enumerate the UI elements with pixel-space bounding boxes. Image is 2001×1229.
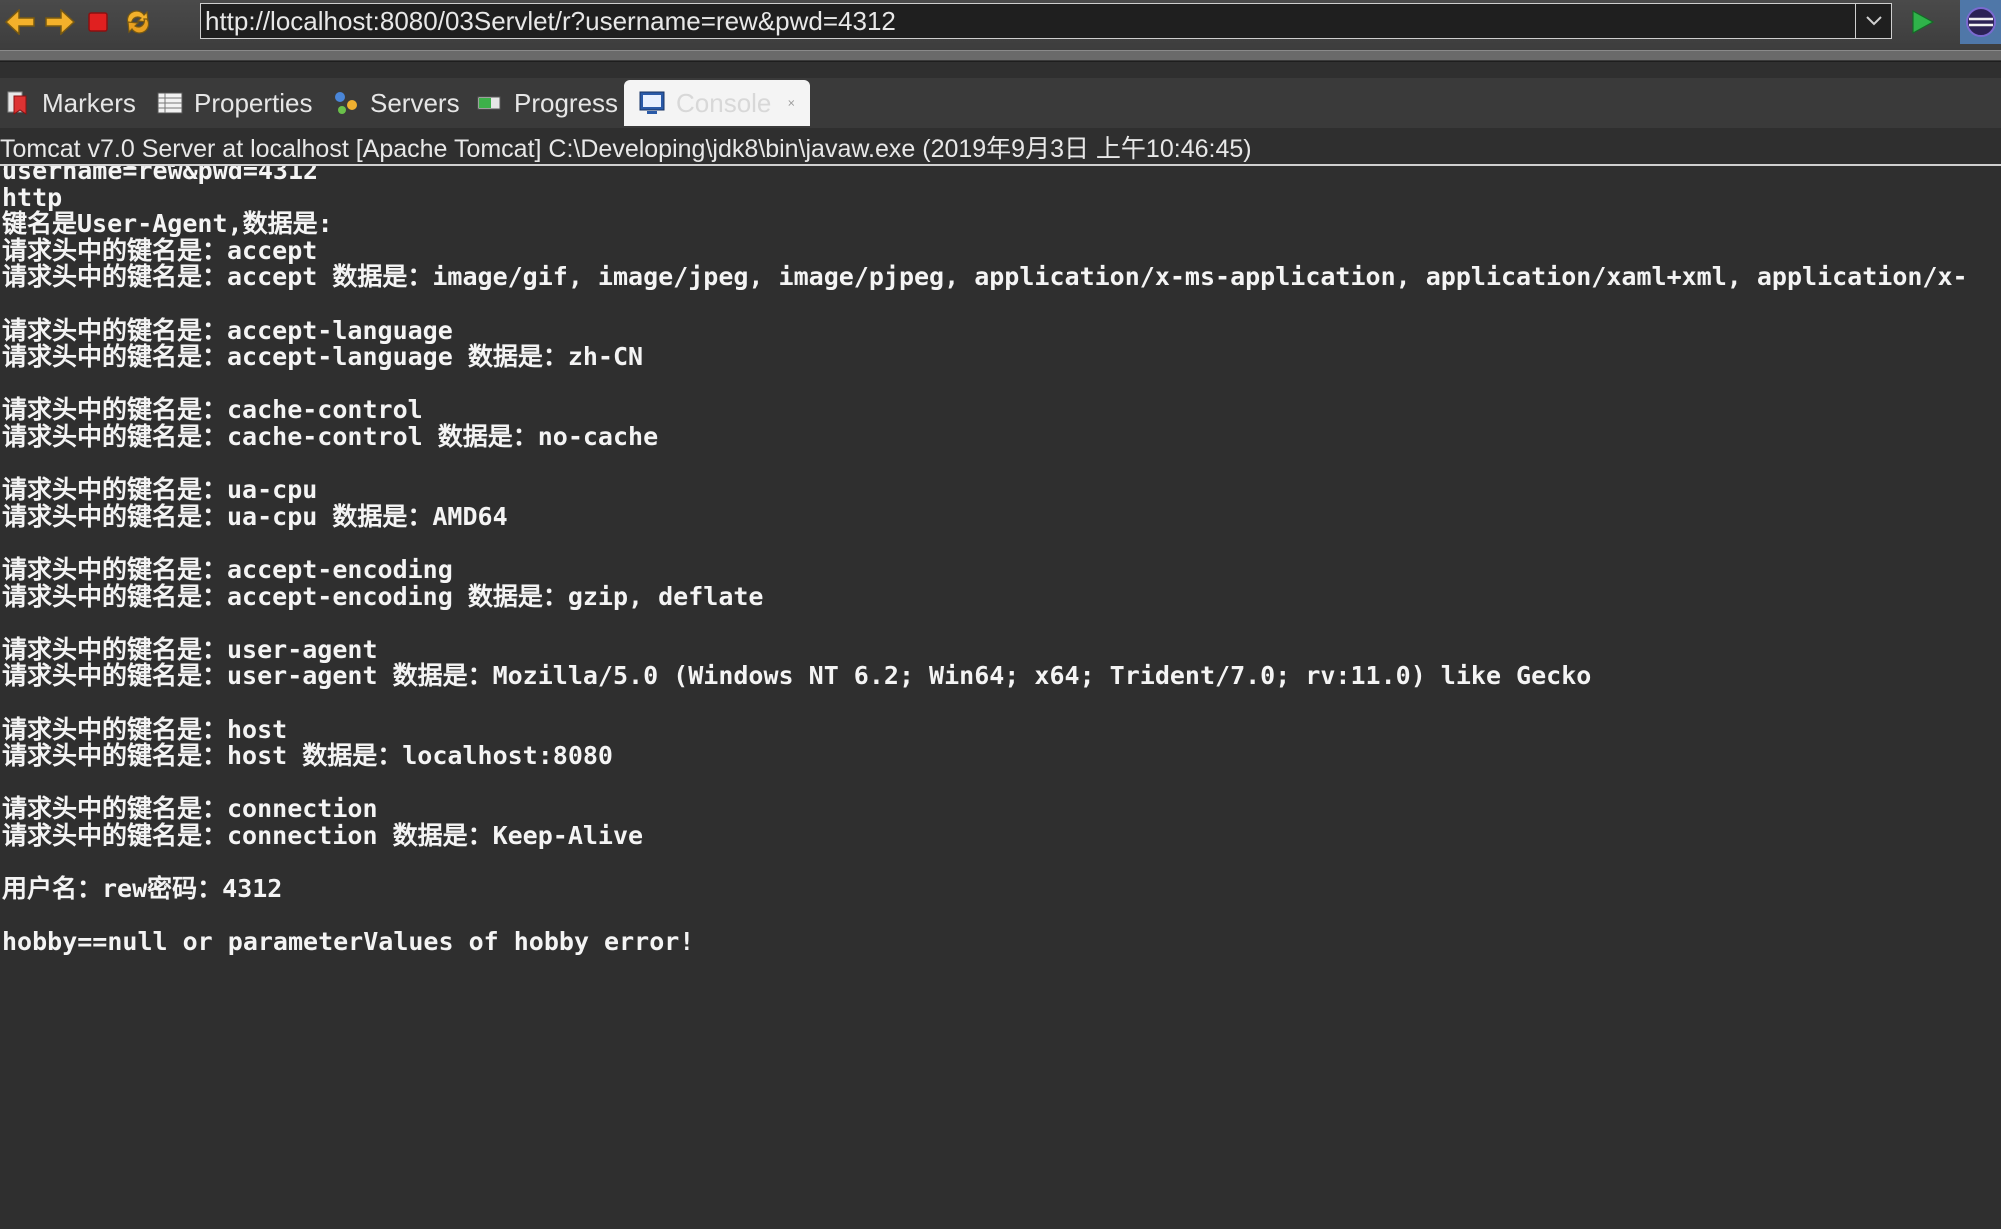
url-input[interactable]	[203, 6, 1853, 36]
view-tab-bar: Markers Properties Servers Progress Cons…	[0, 78, 2001, 196]
console-line: 请求头中的键名是：ua-cpu 数据是：AMD64	[2, 501, 508, 531]
console-line: hobby==null or parameterValues of hobby …	[2, 927, 695, 957]
tab-label: Properties	[194, 87, 313, 118]
console-process-label: Tomcat v7.0 Server at localhost [Apache …	[0, 132, 2001, 166]
console-line: 请求头中的键名是：connection 数据是：Keep-Alive	[2, 821, 644, 850]
back-button[interactable]	[2, 4, 38, 40]
console-line: 请求头中的键名是：user-agent 数据是：Mozilla/5.0 (Win…	[2, 661, 1592, 691]
forward-button[interactable]	[42, 4, 78, 40]
tab-label: Servers	[370, 87, 460, 118]
browser-toolbar	[0, 0, 2001, 62]
close-icon[interactable]	[787, 91, 796, 115]
stop-icon	[88, 12, 108, 32]
stop-button[interactable]	[80, 4, 116, 40]
tab-servers[interactable]: Servers	[332, 80, 460, 126]
tab-label: Markers	[42, 87, 136, 118]
console-line: 用户名：rew密码：4312	[2, 874, 283, 904]
perspective-button[interactable]	[1960, 0, 2001, 44]
tab-properties[interactable]: Properties	[156, 80, 313, 126]
page-load-progress	[0, 50, 2001, 60]
url-bar	[200, 3, 1856, 39]
chevron-down-icon	[1865, 16, 1882, 26]
console-line: 请求头中的键名是：accept 数据是：image/gif, image/jpe…	[2, 262, 1968, 292]
markers-icon	[7, 91, 27, 115]
properties-icon	[157, 92, 183, 114]
console-output[interactable]: /03Servlet/r username=rew&pwd=4312http键名…	[0, 166, 2001, 1229]
console-line: 请求头中的键名是：accept-language 数据是：zh-CN	[2, 342, 644, 372]
forward-arrow-icon	[45, 9, 75, 35]
tab-label: Progress	[514, 87, 619, 118]
back-arrow-icon	[5, 9, 35, 35]
tab-markers[interactable]: Markers	[4, 80, 136, 126]
play-icon	[1912, 9, 1935, 35]
console-line: 请求头中的键名是：cache-control 数据是：no-cache	[2, 422, 659, 451]
console-icon	[639, 91, 665, 114]
refresh-button[interactable]	[120, 4, 156, 40]
console-line: 请求头中的键名是：host 数据是：localhost:8080	[2, 741, 613, 771]
go-button[interactable]	[1906, 6, 1938, 38]
progress-icon	[477, 96, 501, 110]
tab-progress[interactable]: Progress	[476, 80, 618, 126]
servers-icon	[335, 92, 357, 114]
console-line: 请求头中的键名是：accept-encoding 数据是：gzip, defla…	[2, 581, 764, 611]
eclipse-logo-icon	[1965, 7, 1996, 37]
tab-label: Console	[676, 87, 772, 118]
tab-console[interactable]: Console	[624, 80, 810, 126]
url-history-dropdown[interactable]	[1856, 3, 1892, 39]
refresh-icon	[126, 10, 150, 34]
